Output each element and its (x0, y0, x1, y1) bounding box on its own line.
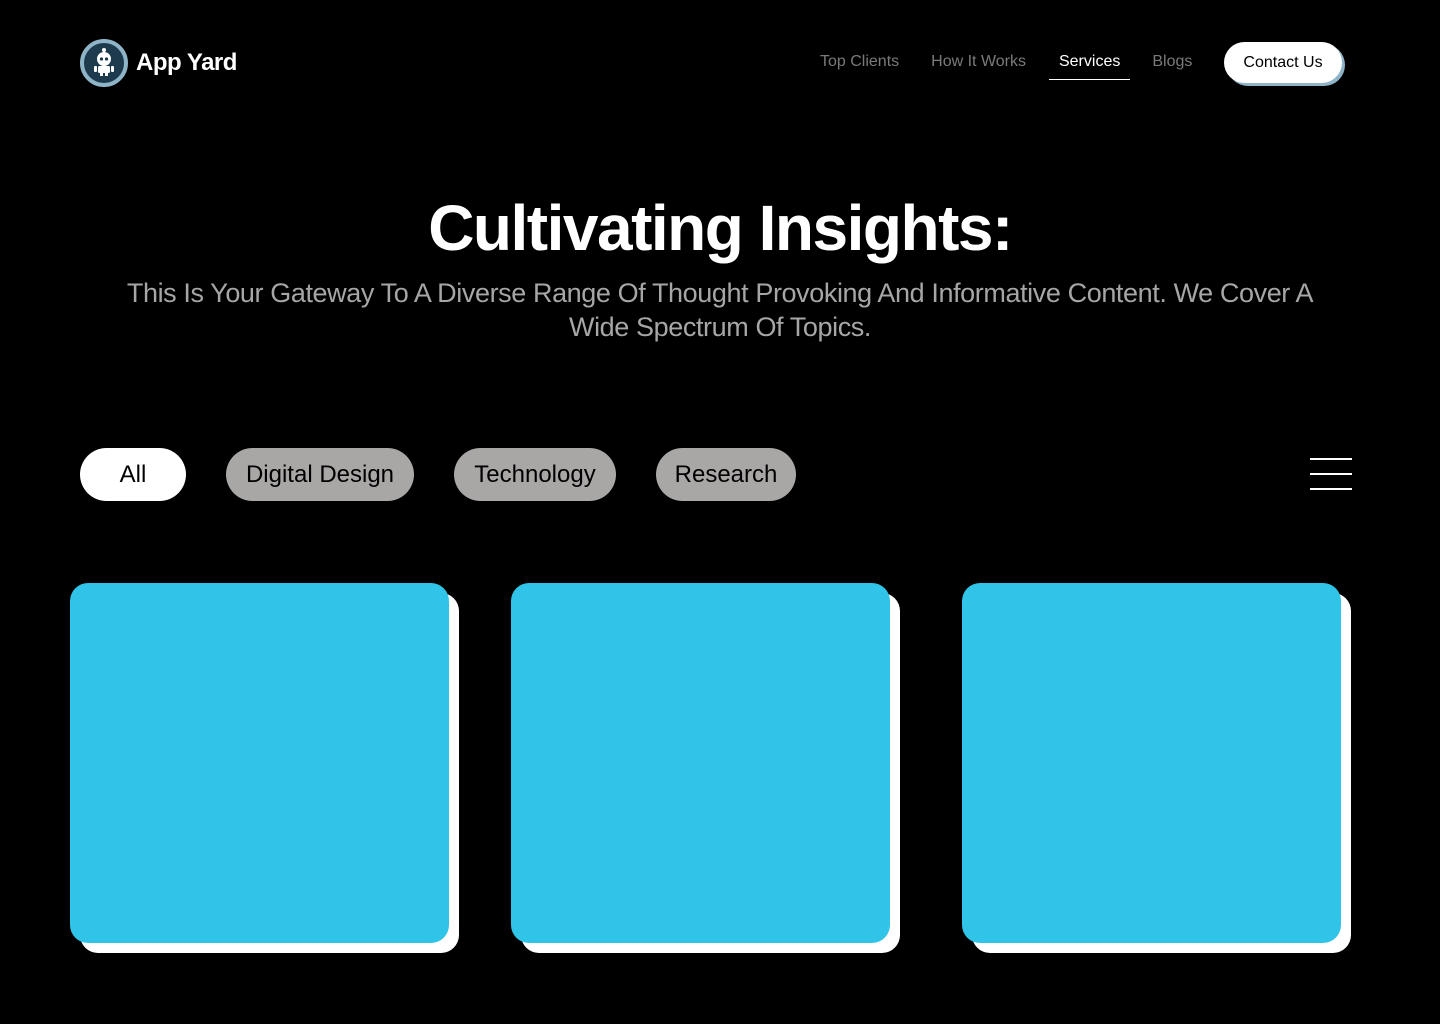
menu-line (1310, 458, 1352, 460)
menu-line (1310, 488, 1352, 490)
nav-link-blogs[interactable]: Blogs (1152, 52, 1192, 80)
main-nav: Top Clients How It Works Services Blogs (820, 52, 1192, 82)
brand-name: App Yard (136, 49, 237, 76)
nav-link-top-clients[interactable]: Top Clients (820, 52, 899, 80)
menu-line (1310, 473, 1352, 475)
card-image[interactable] (962, 583, 1341, 943)
filter-research[interactable]: Research (656, 448, 796, 501)
card-item (962, 583, 1351, 953)
contact-us-button[interactable]: Contact Us (1224, 42, 1342, 83)
nav-link-services[interactable]: Services (1048, 52, 1131, 80)
filter-digital-design[interactable]: Digital Design (226, 448, 414, 501)
card-item (511, 583, 900, 953)
page-subtitle: This Is Your Gateway To A Diverse Range … (126, 278, 1314, 342)
nav-link-how-it-works[interactable]: How It Works (931, 52, 1026, 80)
page-title: Cultivating Insights: (428, 192, 1013, 264)
page: App Yard Top Clients How It Works Servic… (0, 0, 1440, 1024)
card-image[interactable] (70, 583, 449, 943)
robot-icon (80, 39, 128, 87)
filter-all[interactable]: All (80, 448, 186, 501)
hamburger-menu-icon[interactable] (1310, 458, 1352, 491)
card-image[interactable] (511, 583, 890, 943)
brand-logo[interactable]: App Yard (80, 39, 237, 87)
card-item (70, 583, 459, 953)
filter-technology[interactable]: Technology (454, 448, 616, 501)
